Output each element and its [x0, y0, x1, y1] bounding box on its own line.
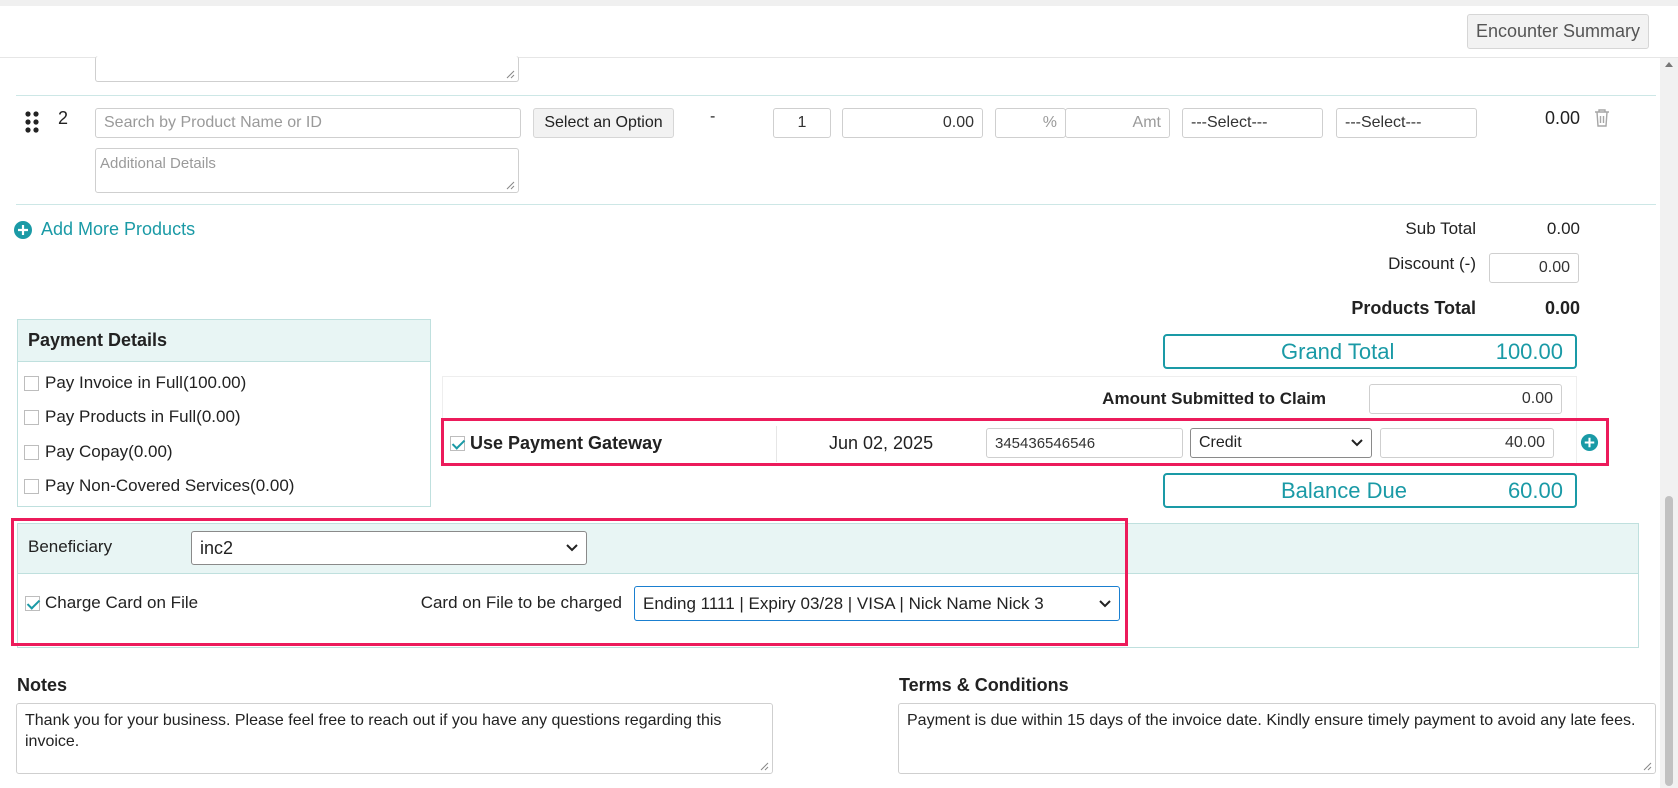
payment-reference-input[interactable]: 345436546546: [986, 428, 1183, 458]
charge-card-checkbox[interactable]: [25, 595, 40, 611]
terms-label: Terms & Conditions: [899, 675, 1069, 695]
resize-grip-icon: [506, 70, 515, 79]
notes-text: Thank you for your business. Please feel…: [25, 712, 722, 750]
notes-textarea[interactable]: Thank you for your business. Please feel…: [16, 703, 773, 774]
use-payment-gateway-option[interactable]: Use Payment Gateway: [450, 433, 662, 454]
charge-card-option[interactable]: Charge Card on File: [25, 593, 198, 613]
payment-method-value: Credit: [1199, 434, 1242, 451]
terms-textarea[interactable]: Payment is due within 15 days of the inv…: [898, 703, 1656, 774]
card-on-file-value: Ending 1111 | Expiry 03/28 | VISA | Nick…: [643, 593, 1044, 613]
row-dash: -: [710, 108, 716, 125]
use-payment-gateway-checkbox[interactable]: [450, 436, 465, 451]
beneficiary-value: inc2: [200, 537, 234, 558]
pay-invoice-full-label: Pay Invoice in Full(100.00): [45, 373, 247, 392]
trash-icon[interactable]: [1593, 108, 1611, 128]
chevron-down-icon: [1351, 439, 1363, 447]
sub-total-value: 0.00: [1546, 219, 1580, 238]
select-option-button[interactable]: Select an Option: [533, 108, 674, 138]
grand-total-box: Grand Total 100.00: [1163, 334, 1577, 369]
card-on-file-label: Card on File to be charged: [420, 593, 622, 612]
drag-handle-icon[interactable]: [24, 110, 40, 134]
plus-circle-icon[interactable]: [1580, 433, 1599, 452]
add-more-products-label: Add More Products: [41, 219, 196, 239]
balance-due-value: 60.00: [1507, 477, 1563, 503]
card-on-file-select[interactable]: Ending 1111 | Expiry 03/28 | VISA | Nick…: [634, 586, 1120, 621]
balance-due-box: Balance Due 60.00: [1163, 473, 1577, 508]
resize-grip-icon: [1643, 762, 1652, 771]
amount-claim-label: Amount Submitted to Claim: [1102, 389, 1326, 408]
price-input[interactable]: 0.00: [842, 108, 983, 138]
pay-copay-checkbox[interactable]: [24, 444, 39, 460]
add-more-products-link[interactable]: Add More Products: [13, 219, 195, 240]
additional-details-textarea[interactable]: Additional Details: [95, 148, 519, 193]
pay-non-covered-option[interactable]: Pay Non-Covered Services(0.00): [24, 476, 294, 496]
grand-total-value: 100.00: [1495, 338, 1563, 364]
payment-method-select[interactable]: Credit: [1190, 428, 1372, 458]
pay-copay-label: Pay Copay(0.00): [45, 442, 173, 461]
plus-circle-icon: [14, 220, 32, 239]
pay-products-full-checkbox[interactable]: [24, 409, 39, 425]
resize-grip-icon: [506, 181, 515, 190]
beneficiary-select[interactable]: inc2: [191, 531, 587, 565]
payment-details-title: Payment Details: [18, 320, 430, 362]
page-scrollbar[interactable]: [1660, 58, 1678, 788]
discount-percent-input[interactable]: %: [995, 108, 1066, 138]
terms-text: Payment is due within 15 days of the inv…: [907, 712, 1636, 729]
chevron-down-icon: [1099, 599, 1111, 607]
product-select-1[interactable]: ---Select---: [1182, 108, 1323, 138]
scroll-up-icon[interactable]: [1664, 60, 1674, 68]
scrollbar-thumb[interactable]: [1665, 496, 1673, 786]
use-payment-gateway-label: Use Payment Gateway: [470, 433, 663, 453]
resize-grip-icon: [760, 762, 769, 771]
discount-label: Discount (-): [1388, 254, 1476, 273]
line-total: 0.00: [1544, 108, 1580, 128]
product-select-2[interactable]: ---Select---: [1336, 108, 1477, 138]
products-total-value: 0.00: [1544, 298, 1580, 318]
discount-amount-input[interactable]: Amt: [1065, 108, 1170, 138]
pay-invoice-full-checkbox[interactable]: [24, 375, 39, 391]
products-total-label: Products Total: [1351, 298, 1476, 318]
top-bar: [0, 0, 1678, 58]
sub-total-label: Sub Total: [1405, 219, 1476, 238]
row-divider: [16, 95, 1656, 96]
pay-copay-option[interactable]: Pay Copay(0.00): [24, 442, 173, 462]
row-divider: [16, 204, 1656, 205]
pay-products-full-label: Pay Products in Full(0.00): [45, 407, 241, 426]
grand-total-label: Grand Total: [1281, 338, 1395, 364]
pay-invoice-full-option[interactable]: Pay Invoice in Full(100.00): [24, 373, 246, 393]
row-number: 2: [58, 108, 69, 128]
pay-non-covered-checkbox[interactable]: [24, 478, 39, 494]
amount-claim-input[interactable]: 0.00: [1369, 384, 1562, 414]
notes-label: Notes: [17, 675, 68, 695]
payment-date: Jun 02, 2025: [829, 433, 934, 453]
encounter-summary-button[interactable]: Encounter Summary: [1467, 14, 1649, 49]
product-search-input[interactable]: Search by Product Name or ID: [95, 108, 521, 138]
gateway-divider: [776, 426, 777, 462]
balance-due-label: Balance Due: [1281, 477, 1407, 503]
charge-card-label: Charge Card on File: [45, 593, 199, 612]
chevron-down-icon: [566, 544, 578, 552]
beneficiary-label: Beneficiary: [28, 537, 113, 556]
payment-details-panel: Payment Details Pay Invoice in Full(100.…: [17, 319, 431, 507]
additional-details-placeholder: Additional Details: [100, 155, 216, 172]
payment-amount-input[interactable]: 40.00: [1380, 428, 1554, 458]
quantity-input[interactable]: 1: [773, 108, 831, 138]
pay-non-covered-label: Pay Non-Covered Services(0.00): [45, 476, 295, 495]
pay-products-full-option[interactable]: Pay Products in Full(0.00): [24, 407, 241, 427]
discount-total-input[interactable]: 0.00: [1489, 253, 1579, 283]
previous-details-textarea[interactable]: [95, 56, 519, 82]
